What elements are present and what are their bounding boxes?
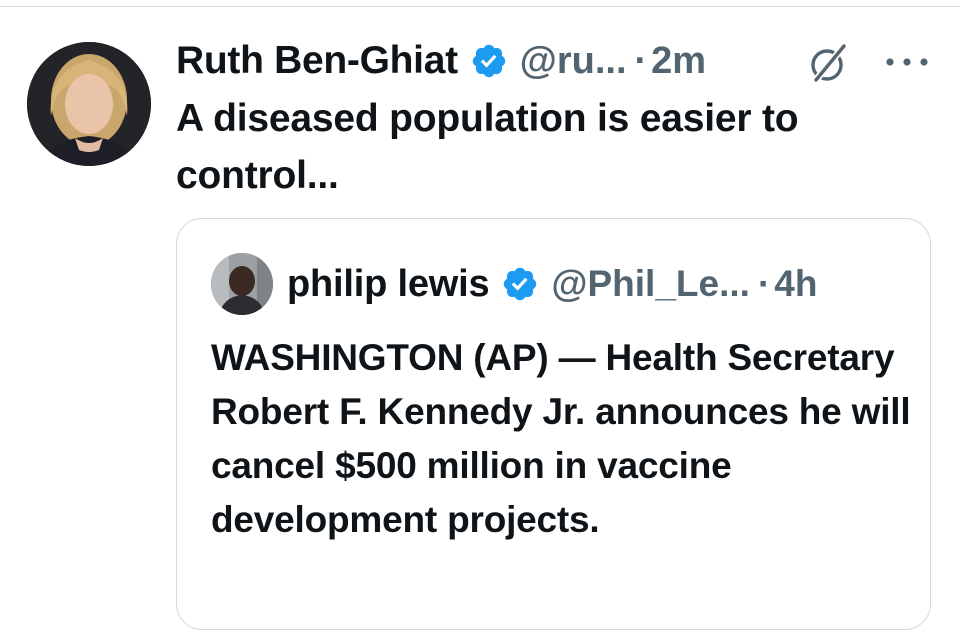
quoted-tweet-text: WASHINGTON (AP) — Health Secretary Rober… (211, 337, 911, 540)
quoted-author-handle[interactable]: @Phil_Le... (551, 263, 750, 305)
quoted-tweet-card[interactable]: philip lewis @Phil_Le... · 4h WASHINGTON… (176, 218, 931, 630)
tweet-timestamp[interactable]: 2m (651, 40, 706, 83)
author-avatar[interactable] (27, 42, 151, 166)
quoted-tweet-timestamp[interactable]: 4h (774, 263, 817, 305)
quoted-author-avatar[interactable] (211, 253, 273, 315)
top-divider (0, 6, 960, 7)
tweet-text: A diseased population is easier to contr… (176, 97, 799, 197)
author-handle[interactable]: @ru... (520, 40, 627, 83)
header-separator: · (634, 39, 648, 82)
verified-badge-icon[interactable] (470, 42, 508, 80)
more-options-icon[interactable] (884, 52, 930, 72)
quoted-author-name[interactable]: philip lewis (287, 263, 490, 306)
tweet-header: Ruth Ben-Ghiat @ru... · 2m (176, 36, 706, 86)
quoted-header-separator: · (757, 263, 771, 304)
grok-icon[interactable] (806, 42, 850, 86)
author-name[interactable]: Ruth Ben-Ghiat (176, 39, 458, 83)
verified-badge-icon[interactable] (501, 265, 539, 303)
quoted-tweet-header: philip lewis @Phil_Le... · 4h (287, 259, 817, 309)
